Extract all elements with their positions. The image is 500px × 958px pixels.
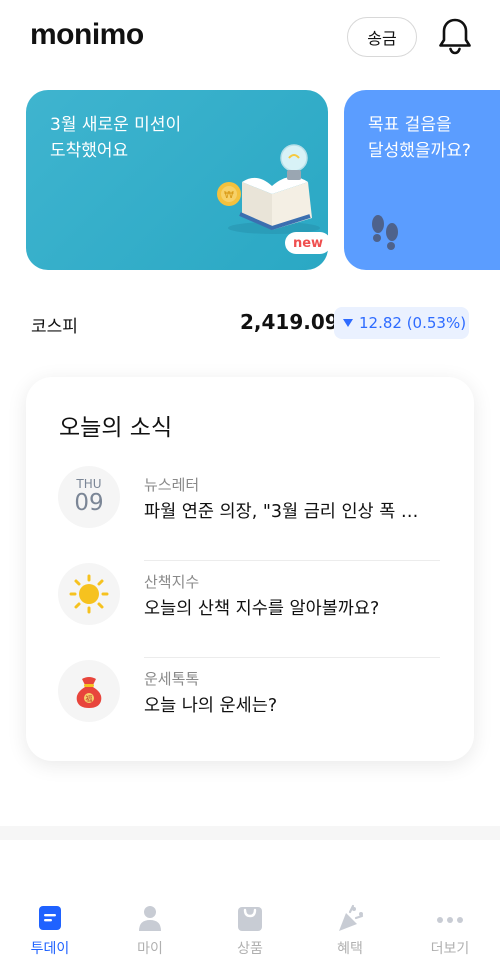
tab-label: 더보기 [430, 941, 470, 957]
news-item-headline: 파월 연준 의장, "3월 금리 인상 폭 … [144, 502, 419, 522]
party-popper-icon [339, 904, 364, 931]
steps-card-title: 목표 걸음을 달성했을까요? [368, 115, 471, 161]
app-header: monimo 송금 [0, 0, 500, 76]
kospi-change-badge: 12.82 (0.53%) [334, 307, 469, 339]
tab-label: 마이 [137, 941, 163, 957]
down-arrow-icon [343, 319, 353, 327]
svg-text:₩: ₩ [224, 190, 234, 201]
news-item-fortune[interactable]: 福 운세톡톡 오늘 나의 운세는? [58, 658, 440, 755]
icon-circle [58, 563, 120, 625]
more-dots-icon [437, 917, 463, 923]
kospi-change-text: 12.82 (0.53%) [359, 314, 467, 332]
date-badge: THU 09 [58, 466, 120, 528]
kospi-row[interactable]: 코스피 2,419.09 12.82 (0.53%) [0, 298, 500, 348]
tab-products[interactable]: 상품 [220, 904, 280, 958]
news-item-newsletter[interactable]: THU 09 뉴스레터 파월 연준 의장, "3월 금리 인상 폭 … [58, 464, 440, 561]
footprints-icon [372, 215, 398, 250]
fortune-bag-icon: 福 [76, 677, 102, 708]
shopping-bag-icon [238, 907, 262, 931]
tab-label: 투데이 [30, 941, 70, 957]
tab-label: 상품 [237, 941, 263, 957]
tab-today[interactable]: 투데이 [20, 904, 80, 958]
kospi-value: 2,419.09 [240, 310, 339, 334]
svg-text:福: 福 [86, 694, 93, 703]
book-illustration-icon: ₩ [217, 144, 320, 234]
send-money-button[interactable]: 송금 [347, 17, 417, 57]
bottom-tab-bar: 투데이 마이 상품 혜택 더보기 [0, 840, 500, 958]
mission-card[interactable]: 3월 새로운 미션이 도착했어요 ₩ new [26, 90, 331, 270]
monimo-logo: monimo [30, 18, 144, 51]
tab-benefits[interactable]: 혜택 [320, 904, 380, 958]
section-separator [0, 826, 500, 840]
date-weekday: THU [76, 477, 102, 491]
today-icon [39, 906, 61, 930]
steps-card[interactable]: 목표 걸음을 달성했을까요? [344, 90, 500, 270]
mission-carousel[interactable]: 3월 새로운 미션이 도착했어요 ₩ new 목표 걸음을 달성했을까요? [0, 90, 500, 270]
news-item-category: 산책지수 [144, 573, 200, 591]
tab-my[interactable]: 마이 [120, 904, 180, 958]
news-section-title: 오늘의 소식 [59, 415, 173, 441]
bell-icon[interactable] [436, 16, 474, 56]
news-item-walk-index[interactable]: 산책지수 오늘의 산책 지수를 알아볼까요? [58, 561, 440, 658]
tab-more[interactable]: 더보기 [420, 904, 480, 958]
news-item-category: 뉴스레터 [144, 476, 200, 494]
new-badge: new [285, 232, 331, 254]
kospi-label: 코스피 [31, 317, 78, 337]
news-item-category: 운세톡톡 [144, 670, 200, 688]
today-news-card: 오늘의 소식 THU 09 뉴스레터 파월 연준 의장, "3월 금리 인상 폭… [26, 377, 474, 761]
person-icon [139, 906, 161, 931]
icon-circle: 福 [58, 660, 120, 722]
sun-icon [69, 574, 109, 614]
news-item-headline: 오늘 나의 운세는? [144, 696, 278, 716]
mission-card-title: 3월 새로운 미션이 도착했어요 [50, 115, 182, 161]
date-day: 09 [74, 490, 104, 516]
tab-label: 혜택 [337, 941, 363, 957]
news-item-headline: 오늘의 산책 지수를 알아볼까요? [144, 599, 380, 619]
